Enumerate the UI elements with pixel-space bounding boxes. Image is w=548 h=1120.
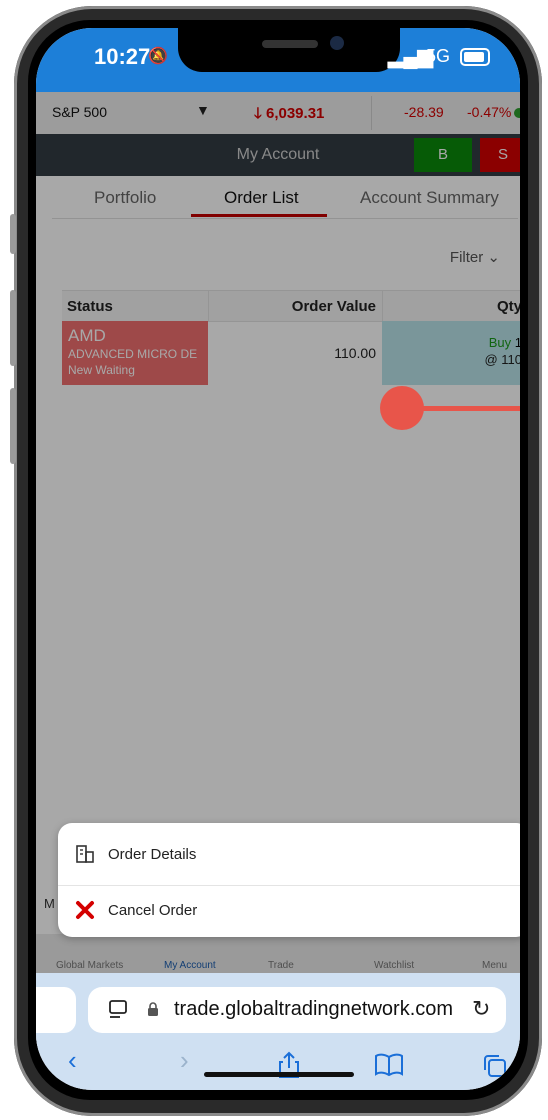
order-details-label: Order Details	[108, 846, 197, 863]
modal-backdrop[interactable]	[36, 92, 520, 1090]
lock-icon	[148, 1002, 158, 1016]
side-button-mute	[10, 214, 16, 254]
previous-tab-preview[interactable]	[36, 987, 76, 1033]
back-icon[interactable]: ‹	[68, 1045, 77, 1076]
phone-frame: 10:27 🔕 ▂▄▆ 5G S&P 500 ▼ 🡓 6,039.31 -28.…	[0, 0, 548, 1120]
side-button-volume-down	[10, 388, 16, 464]
address-bar[interactable]: trade.globaltradingnetwork.com ↻	[88, 987, 506, 1033]
action-sheet: Order Details Cancel Order	[58, 823, 520, 937]
reload-icon[interactable]: ↻	[472, 996, 490, 1022]
bookmarks-icon[interactable]	[374, 1053, 404, 1077]
tabs-icon[interactable]	[482, 1053, 508, 1079]
camera	[330, 36, 344, 50]
screen: 10:27 🔕 ▂▄▆ 5G S&P 500 ▼ 🡓 6,039.31 -28.…	[36, 28, 520, 1090]
speaker	[262, 40, 318, 48]
home-indicator	[204, 1072, 354, 1077]
silent-bell-icon: 🔕	[148, 48, 168, 65]
side-button-volume-up	[10, 290, 16, 366]
battery-icon	[460, 48, 490, 66]
url-text: trade.globaltradingnetwork.com	[174, 998, 454, 1020]
cancel-order-option[interactable]: Cancel Order	[58, 883, 520, 939]
building-icon	[76, 845, 94, 863]
network-label: 5G	[426, 46, 451, 66]
order-details-option[interactable]: Order Details	[58, 827, 520, 883]
status-time: 10:27	[94, 44, 151, 69]
status-bar: 10:27 🔕 ▂▄▆ 5G	[36, 28, 520, 92]
close-icon	[76, 901, 94, 919]
reader-mode-icon[interactable]	[108, 999, 128, 1021]
forward-icon[interactable]: ›	[180, 1045, 189, 1076]
notch	[178, 28, 400, 72]
cancel-order-label: Cancel Order	[108, 902, 198, 919]
touch-indicator-tail	[414, 406, 520, 411]
